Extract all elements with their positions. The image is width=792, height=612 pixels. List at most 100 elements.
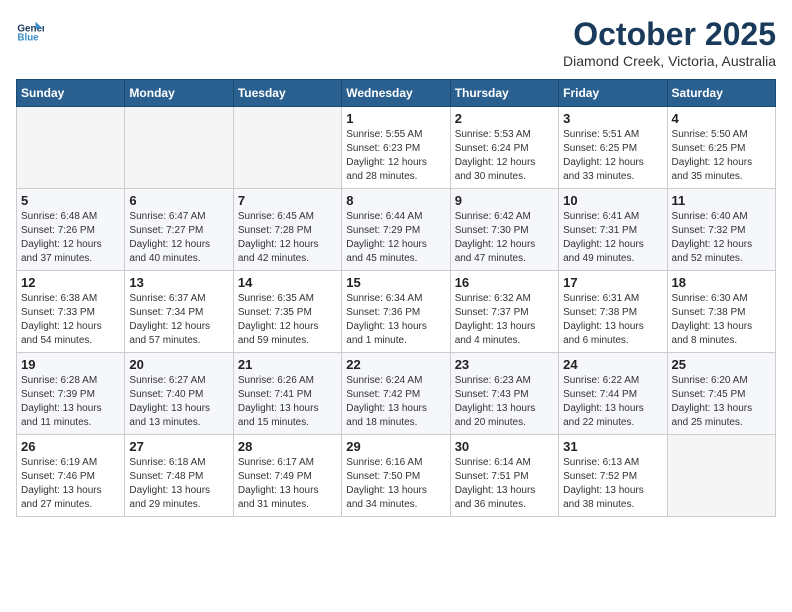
day-info: Sunrise: 5:50 AMSunset: 6:25 PMDaylight:… <box>672 128 771 184</box>
col-header-monday: Monday <box>125 80 233 107</box>
day-info: Sunrise: 6:14 AMSunset: 7:51 PMDaylight:… <box>455 456 554 512</box>
title-block: October 2025 Diamond Creek, Victoria, Au… <box>563 16 776 69</box>
col-header-saturday: Saturday <box>667 80 775 107</box>
day-number: 23 <box>455 357 554 372</box>
day-info: Sunrise: 6:24 AMSunset: 7:42 PMDaylight:… <box>346 374 445 430</box>
calendar-cell: 23 Sunrise: 6:23 AMSunset: 7:43 PMDayligh… <box>450 353 558 435</box>
calendar-cell: 20 Sunrise: 6:27 AMSunset: 7:40 PMDayligh… <box>125 353 233 435</box>
day-info: Sunrise: 5:53 AMSunset: 6:24 PMDaylight:… <box>455 128 554 184</box>
day-info: Sunrise: 5:55 AMSunset: 6:23 PMDaylight:… <box>346 128 445 184</box>
week-row-0: 1 Sunrise: 5:55 AMSunset: 6:23 PMDaylight… <box>17 107 776 189</box>
calendar-cell: 11Sunrise: 6:40 AMSunset: 7:32 PMDayligh… <box>667 189 775 271</box>
calendar-cell <box>17 107 125 189</box>
day-number: 25 <box>672 357 771 372</box>
location: Diamond Creek, Victoria, Australia <box>563 53 776 69</box>
col-header-friday: Friday <box>559 80 667 107</box>
day-number: 3 <box>563 111 662 126</box>
calendar-cell: 5 Sunrise: 6:48 AMSunset: 7:26 PMDaylight… <box>17 189 125 271</box>
calendar-cell: 8 Sunrise: 6:44 AMSunset: 7:29 PMDaylight… <box>342 189 450 271</box>
day-number: 21 <box>238 357 337 372</box>
day-number: 8 <box>346 193 445 208</box>
day-info: Sunrise: 6:28 AMSunset: 7:39 PMDaylight:… <box>21 374 120 430</box>
day-number: 7 <box>238 193 337 208</box>
day-info: Sunrise: 6:45 AMSunset: 7:28 PMDaylight:… <box>238 210 337 266</box>
day-info: Sunrise: 6:47 AMSunset: 7:27 PMDaylight:… <box>129 210 228 266</box>
day-info: Sunrise: 6:35 AMSunset: 7:35 PMDaylight:… <box>238 292 337 348</box>
day-number: 22 <box>346 357 445 372</box>
day-number: 27 <box>129 439 228 454</box>
calendar-cell: 10 Sunrise: 6:41 AMSunset: 7:31 PMDayligh… <box>559 189 667 271</box>
day-number: 18 <box>672 275 771 290</box>
calendar-cell: 24 Sunrise: 6:22 AMSunset: 7:44 PMDayligh… <box>559 353 667 435</box>
calendar-table: SundayMondayTuesdayWednesdayThursdayFrid… <box>16 79 776 517</box>
day-number: 24 <box>563 357 662 372</box>
calendar-cell: 28Sunrise: 6:17 AMSunset: 7:49 PMDayligh… <box>233 435 341 517</box>
col-header-thursday: Thursday <box>450 80 558 107</box>
calendar-cell: 4 Sunrise: 5:50 AMSunset: 6:25 PMDaylight… <box>667 107 775 189</box>
calendar-cell: 16Sunrise: 6:32 AMSunset: 7:37 PMDayligh… <box>450 271 558 353</box>
day-info: Sunrise: 6:13 AMSunset: 7:52 PMDaylight:… <box>563 456 662 512</box>
day-number: 12 <box>21 275 120 290</box>
logo-icon: General Blue <box>16 16 44 44</box>
calendar-cell: 6Sunrise: 6:47 AMSunset: 7:27 PMDaylight… <box>125 189 233 271</box>
day-info: Sunrise: 6:48 AMSunset: 7:26 PMDaylight:… <box>21 210 120 266</box>
day-number: 11 <box>672 193 771 208</box>
calendar-cell: 3Sunrise: 5:51 AMSunset: 6:25 PMDaylight… <box>559 107 667 189</box>
day-info: Sunrise: 6:31 AMSunset: 7:38 PMDaylight:… <box>563 292 662 348</box>
calendar-cell: 18Sunrise: 6:30 AMSunset: 7:38 PMDayligh… <box>667 271 775 353</box>
day-number: 13 <box>129 275 228 290</box>
day-number: 1 <box>346 111 445 126</box>
day-number: 19 <box>21 357 120 372</box>
calendar-cell: 9 Sunrise: 6:42 AMSunset: 7:30 PMDaylight… <box>450 189 558 271</box>
day-number: 5 <box>21 193 120 208</box>
day-number: 17 <box>563 275 662 290</box>
calendar-cell: 26Sunrise: 6:19 AMSunset: 7:46 PMDayligh… <box>17 435 125 517</box>
day-info: Sunrise: 6:16 AMSunset: 7:50 PMDaylight:… <box>346 456 445 512</box>
day-info: Sunrise: 6:23 AMSunset: 7:43 PMDaylight:… <box>455 374 554 430</box>
col-header-wednesday: Wednesday <box>342 80 450 107</box>
day-info: Sunrise: 6:37 AMSunset: 7:34 PMDaylight:… <box>129 292 228 348</box>
day-info: Sunrise: 6:41 AMSunset: 7:31 PMDaylight:… <box>563 210 662 266</box>
month-title: October 2025 <box>563 16 776 53</box>
day-number: 29 <box>346 439 445 454</box>
day-number: 2 <box>455 111 554 126</box>
day-number: 9 <box>455 193 554 208</box>
week-row-1: 5 Sunrise: 6:48 AMSunset: 7:26 PMDaylight… <box>17 189 776 271</box>
calendar-cell: 14 Sunrise: 6:35 AMSunset: 7:35 PMDayligh… <box>233 271 341 353</box>
day-number: 10 <box>563 193 662 208</box>
day-info: Sunrise: 6:19 AMSunset: 7:46 PMDaylight:… <box>21 456 120 512</box>
calendar-cell: 19 Sunrise: 6:28 AMSunset: 7:39 PMDayligh… <box>17 353 125 435</box>
day-info: Sunrise: 6:22 AMSunset: 7:44 PMDaylight:… <box>563 374 662 430</box>
day-number: 20 <box>129 357 228 372</box>
page-header: General Blue October 2025 Diamond Creek,… <box>16 16 776 69</box>
calendar-cell: 13 Sunrise: 6:37 AMSunset: 7:34 PMDayligh… <box>125 271 233 353</box>
logo: General Blue <box>16 16 48 44</box>
day-info: Sunrise: 6:18 AMSunset: 7:48 PMDaylight:… <box>129 456 228 512</box>
week-row-4: 26Sunrise: 6:19 AMSunset: 7:46 PMDayligh… <box>17 435 776 517</box>
col-header-tuesday: Tuesday <box>233 80 341 107</box>
col-header-sunday: Sunday <box>17 80 125 107</box>
svg-text:Blue: Blue <box>17 33 39 44</box>
day-number: 16 <box>455 275 554 290</box>
calendar-cell: 27 Sunrise: 6:18 AMSunset: 7:48 PMDayligh… <box>125 435 233 517</box>
calendar-cell <box>125 107 233 189</box>
calendar-cell: 30Sunrise: 6:14 AMSunset: 7:51 PMDayligh… <box>450 435 558 517</box>
calendar-cell: 2 Sunrise: 5:53 AMSunset: 6:24 PMDaylight… <box>450 107 558 189</box>
calendar-cell: 17 Sunrise: 6:31 AMSunset: 7:38 PMDayligh… <box>559 271 667 353</box>
day-info: Sunrise: 6:20 AMSunset: 7:45 PMDaylight:… <box>672 374 771 430</box>
calendar-cell: 1 Sunrise: 5:55 AMSunset: 6:23 PMDaylight… <box>342 107 450 189</box>
day-info: Sunrise: 6:26 AMSunset: 7:41 PMDaylight:… <box>238 374 337 430</box>
calendar-cell: 29 Sunrise: 6:16 AMSunset: 7:50 PMDayligh… <box>342 435 450 517</box>
week-row-3: 19 Sunrise: 6:28 AMSunset: 7:39 PMDayligh… <box>17 353 776 435</box>
day-info: Sunrise: 6:42 AMSunset: 7:30 PMDaylight:… <box>455 210 554 266</box>
day-number: 15 <box>346 275 445 290</box>
calendar-cell: 31Sunrise: 6:13 AMSunset: 7:52 PMDayligh… <box>559 435 667 517</box>
calendar-cell: 12 Sunrise: 6:38 AMSunset: 7:33 PMDayligh… <box>17 271 125 353</box>
day-number: 28 <box>238 439 337 454</box>
day-info: Sunrise: 6:27 AMSunset: 7:40 PMDaylight:… <box>129 374 228 430</box>
day-info: Sunrise: 6:44 AMSunset: 7:29 PMDaylight:… <box>346 210 445 266</box>
day-number: 4 <box>672 111 771 126</box>
day-number: 14 <box>238 275 337 290</box>
calendar-cell: 7 Sunrise: 6:45 AMSunset: 7:28 PMDaylight… <box>233 189 341 271</box>
day-info: Sunrise: 6:38 AMSunset: 7:33 PMDaylight:… <box>21 292 120 348</box>
